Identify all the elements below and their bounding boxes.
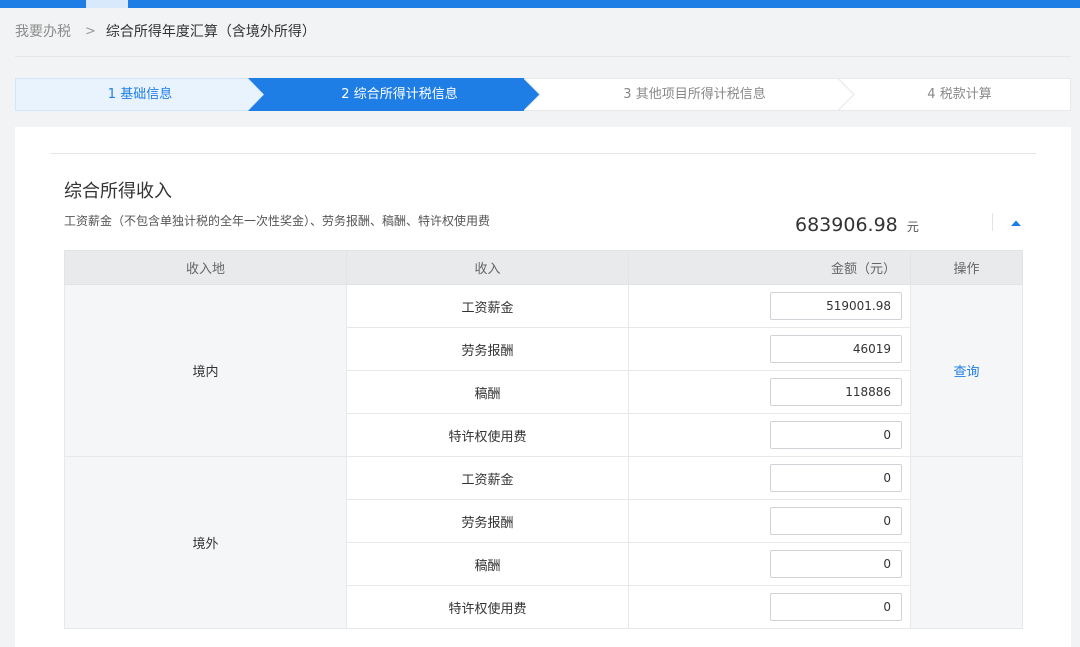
action-cell-domestic: 查询	[910, 284, 1023, 457]
table-header-row: 收入地 收入 金额（元） 操作	[64, 250, 1023, 285]
step-1-basic-info[interactable]: 1 基础信息	[15, 78, 265, 111]
region-cell-domestic: 境内	[64, 284, 347, 457]
section-description: 工资薪金（不包含单独计税的全年一次性奖金）、劳务报酬、稿酬、特许权使用费	[64, 214, 491, 228]
amount-cell	[628, 456, 911, 500]
header-region: 收入地	[64, 250, 347, 285]
step-4-label: 4 税款计算	[927, 87, 992, 102]
header-action: 操作	[910, 250, 1023, 285]
amount-input[interactable]	[770, 464, 902, 492]
amount-cell	[628, 413, 911, 457]
content-panel: 综合所得收入 工资薪金（不包含单独计税的全年一次性奖金）、劳务报酬、稿酬、特许权…	[15, 127, 1071, 647]
header-income: 收入	[346, 250, 629, 285]
income-table: 收入地 收入 金额（元） 操作 境内 工资薪金 查询 劳务报酬 稿酬	[64, 250, 1023, 629]
amount-cell	[628, 542, 911, 586]
query-link[interactable]: 查询	[953, 365, 979, 380]
income-item-cell: 特许权使用费	[346, 413, 629, 457]
amount-input[interactable]	[770, 335, 902, 363]
amount-cell	[628, 327, 911, 371]
region-cell-overseas: 境外	[64, 456, 347, 629]
income-item-cell: 稿酬	[346, 370, 629, 414]
step-3-other-income-info[interactable]: 3 其他项目所得计税信息	[524, 78, 855, 111]
income-item-cell: 稿酬	[346, 542, 629, 586]
header-divider	[992, 213, 993, 231]
section-title: 综合所得收入	[64, 181, 172, 202]
amount-input[interactable]	[770, 292, 902, 320]
table-row: 境外 工资薪金	[64, 456, 1023, 629]
step-4-tax-calculation[interactable]: 4 税款计算	[838, 78, 1071, 111]
amount-input[interactable]	[770, 421, 902, 449]
total-amount: 683906.98	[795, 214, 898, 236]
step-3-label: 3 其他项目所得计税信息	[623, 87, 766, 102]
step-2-income-tax-info[interactable]: 2 综合所得计税信息	[248, 78, 541, 111]
income-item-cell: 工资薪金	[346, 284, 629, 328]
amount-cell	[628, 585, 911, 629]
amount-input[interactable]	[770, 593, 902, 621]
caret-up-icon[interactable]	[1009, 217, 1023, 229]
breadcrumb-divider	[15, 56, 1071, 57]
breadcrumb-separator: >	[85, 24, 96, 39]
amount-input[interactable]	[770, 550, 902, 578]
header-amount: 金额（元）	[628, 250, 911, 285]
income-item-cell: 劳务报酬	[346, 499, 629, 543]
breadcrumb-home[interactable]: 我要办税	[15, 22, 71, 42]
total-unit: 元	[906, 220, 919, 234]
action-cell-overseas	[910, 456, 1023, 629]
amount-cell	[628, 370, 911, 414]
amount-input[interactable]	[770, 378, 902, 406]
income-item-cell: 劳务报酬	[346, 327, 629, 371]
step-1-label: 1 基础信息	[107, 87, 173, 102]
amount-input[interactable]	[770, 507, 902, 535]
amount-cell	[628, 284, 911, 328]
step-indicator: 1 基础信息 2 综合所得计税信息 3 其他项目所得计税信息 4 税款计算	[15, 78, 1071, 111]
top-bar	[0, 0, 1080, 8]
top-bar-accent	[86, 0, 128, 8]
income-item-cell: 特许权使用费	[346, 585, 629, 629]
table-row: 境内 工资薪金 查询	[64, 284, 1023, 457]
panel-divider	[50, 153, 1036, 154]
total-income: 683906.98 元	[795, 213, 919, 239]
breadcrumb-current: 综合所得年度汇算（含境外所得）	[105, 24, 316, 40]
income-item-cell: 工资薪金	[346, 456, 629, 500]
breadcrumb: 我要办税 > 综合所得年度汇算（含境外所得）	[15, 22, 316, 42]
step-2-label: 2 综合所得计税信息	[341, 87, 458, 102]
amount-cell	[628, 499, 911, 543]
